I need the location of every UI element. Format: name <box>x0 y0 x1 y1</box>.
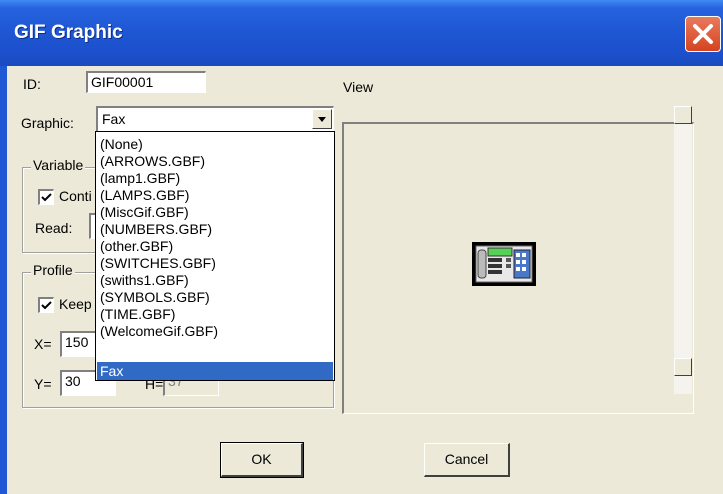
graphic-dropdown-list[interactable]: (None) (ARROWS.GBF) (lamp1.GBF) (LAMPS.G… <box>95 131 335 381</box>
dropdown-item[interactable]: (other.GBF) <box>97 238 333 254</box>
graphic-combobox-value: Fax <box>102 111 126 127</box>
dropdown-item-selected[interactable]: Fax <box>97 362 333 380</box>
variable-group-title: Variable <box>31 157 86 173</box>
x-field[interactable]: 150 <box>60 331 96 357</box>
title-bar[interactable]: GIF Graphic <box>0 0 723 66</box>
dropdown-item[interactable]: (None) <box>97 136 333 152</box>
dropdown-item[interactable]: (ARROWS.GBF) <box>97 153 333 169</box>
fax-machine-icon <box>472 242 536 286</box>
dropdown-item[interactable]: (TIME.GBF) <box>97 306 333 322</box>
dropdown-item[interactable]: (lamp1.GBF) <box>97 170 333 186</box>
continuous-label: Conti <box>59 188 92 204</box>
keep-checkbox[interactable] <box>38 297 54 313</box>
keep-label: Keep <box>59 296 92 312</box>
continuous-checkbox[interactable] <box>38 189 54 205</box>
graphic-label: Graphic: <box>21 115 74 131</box>
window-title: GIF Graphic <box>14 22 123 43</box>
cancel-button[interactable]: Cancel <box>424 443 510 477</box>
view-label: View <box>343 79 374 95</box>
scroll-up-button[interactable] <box>674 106 692 124</box>
view-scrollbar[interactable] <box>674 106 692 394</box>
dropdown-item[interactable]: (NUMBERS.GBF) <box>97 221 333 237</box>
ok-button[interactable]: OK <box>220 442 304 478</box>
view-panel <box>342 122 694 414</box>
dropdown-item[interactable]: (SYMBOLS.GBF) <box>97 289 333 305</box>
scroll-down-button[interactable] <box>674 358 692 376</box>
dropdown-item[interactable]: (WelcomeGif.GBF) <box>97 323 333 339</box>
dropdown-item[interactable]: (swiths1.GBF) <box>97 272 333 288</box>
combo-dropdown-button[interactable] <box>312 109 332 129</box>
id-field[interactable]: GIF00001 <box>86 71 206 93</box>
window-frame-left <box>0 66 7 494</box>
dropdown-item[interactable]: (SWITCHES.GBF) <box>97 255 333 271</box>
checkmark-icon <box>41 301 52 310</box>
read-label: Read: <box>35 220 73 236</box>
checkmark-icon <box>41 193 52 202</box>
dropdown-item[interactable]: (LAMPS.GBF) <box>97 187 333 203</box>
close-button[interactable] <box>685 16 721 52</box>
y-label: Y= <box>34 376 52 392</box>
graphic-combobox[interactable]: Fax <box>96 106 334 132</box>
x-label: X= <box>34 336 52 352</box>
dropdown-item[interactable]: (MiscGif.GBF) <box>97 204 333 220</box>
close-icon <box>693 24 713 44</box>
gif-graphic-dialog: GIF Graphic ID: GIF00001 View Graphic: F… <box>0 0 723 494</box>
id-label: ID: <box>23 76 41 92</box>
profile-group-title: Profile <box>31 262 75 278</box>
